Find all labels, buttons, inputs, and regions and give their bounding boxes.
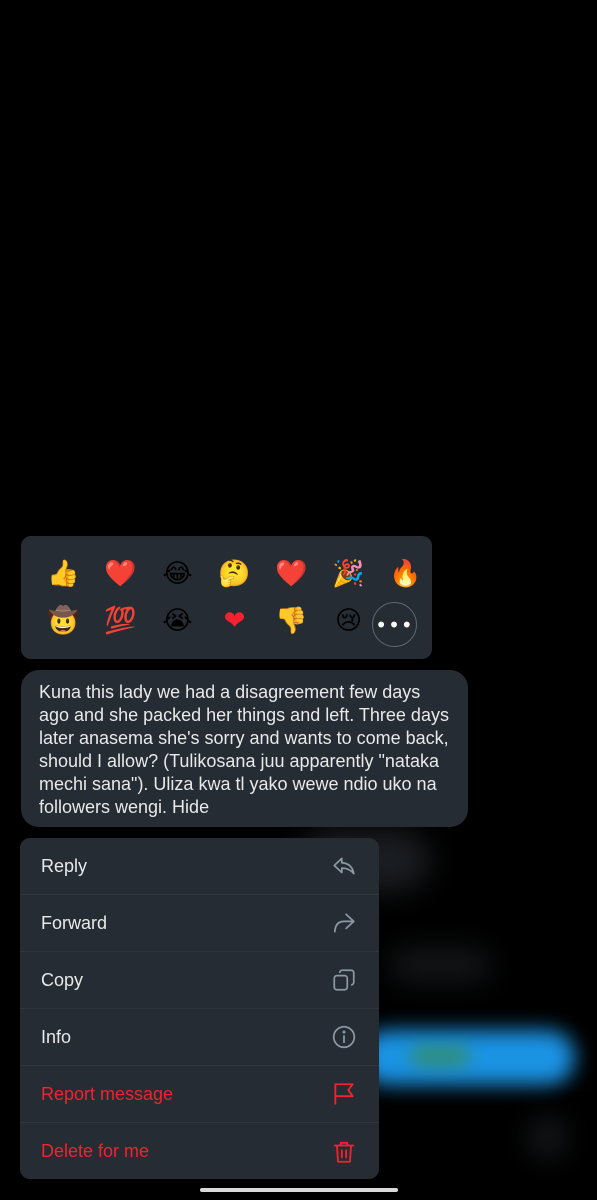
reaction-party-popper[interactable]: 🎉 bbox=[320, 551, 377, 596]
reply-icon bbox=[331, 853, 357, 879]
menu-item-label: Report message bbox=[41, 1083, 174, 1104]
reaction-fire[interactable]: 🔥 bbox=[377, 551, 434, 596]
reaction-loudly-crying-face[interactable]: 😭 bbox=[149, 598, 206, 643]
menu-item-label: Forward bbox=[41, 912, 108, 933]
reaction-row: 👍 ❤️ 😂 🤔 ❤️ 🎉 🔥 bbox=[35, 551, 434, 596]
blurred-background-element bbox=[410, 1045, 470, 1067]
menu-item-label: Delete for me bbox=[41, 1141, 150, 1161]
message-bubble[interactable]: Kuna this lady we had a disagreement few… bbox=[21, 670, 468, 827]
forward-icon bbox=[331, 910, 357, 936]
reaction-thinking-face[interactable]: 🤔 bbox=[206, 551, 263, 596]
menu-item-forward[interactable]: Forward bbox=[20, 895, 379, 952]
more-icon: ••• bbox=[375, 612, 414, 637]
copy-icon bbox=[331, 967, 357, 993]
menu-item-info[interactable]: Info bbox=[20, 1009, 379, 1066]
menu-item-label: Reply bbox=[41, 855, 88, 876]
reaction-thumbs-down[interactable]: 👎 bbox=[263, 598, 320, 643]
reaction-red-heart[interactable]: ❤️ bbox=[92, 551, 149, 596]
menu-item-label: Copy bbox=[41, 969, 84, 990]
message-text: Kuna this lady we had a disagreement few… bbox=[39, 682, 449, 817]
reaction-face-with-tears-of-joy[interactable]: 😂 bbox=[149, 551, 206, 596]
reaction-cowboy-face[interactable]: 🤠 bbox=[35, 598, 92, 643]
menu-item-report-message[interactable]: Report message bbox=[20, 1066, 379, 1123]
reaction-crying-face[interactable]: 😢 bbox=[320, 598, 377, 643]
reaction-row: 🤠 💯 😭 ❤ 👎 😢 bbox=[35, 598, 377, 643]
reaction-thumbs-up[interactable]: 👍 bbox=[35, 551, 92, 596]
menu-item-delete-for-me[interactable]: Delete for me bbox=[20, 1123, 379, 1179]
trash-icon bbox=[331, 1139, 357, 1165]
reaction-hundred-points[interactable]: 💯 bbox=[92, 598, 149, 643]
menu-item-reply[interactable]: Reply bbox=[20, 838, 379, 895]
blurred-background-element bbox=[530, 1120, 565, 1155]
info-icon bbox=[331, 1024, 357, 1050]
reaction-red-heart-2[interactable]: ❤️ bbox=[263, 551, 320, 596]
menu-item-copy[interactable]: Copy bbox=[20, 952, 379, 1009]
menu-item-label: Info bbox=[41, 1026, 72, 1047]
message-context-menu: Reply Forward Copy Info Report message D… bbox=[20, 838, 379, 1179]
flag-icon bbox=[331, 1081, 357, 1107]
home-indicator[interactable] bbox=[200, 1188, 398, 1192]
reaction-picker: 👍 ❤️ 😂 🤔 ❤️ 🎉 🔥 🤠 💯 😭 ❤ 👎 😢 ••• bbox=[21, 536, 432, 659]
blurred-background-element bbox=[390, 950, 490, 980]
more-reactions-button[interactable]: ••• bbox=[372, 602, 417, 647]
reaction-heart-suit[interactable]: ❤ bbox=[206, 598, 263, 643]
